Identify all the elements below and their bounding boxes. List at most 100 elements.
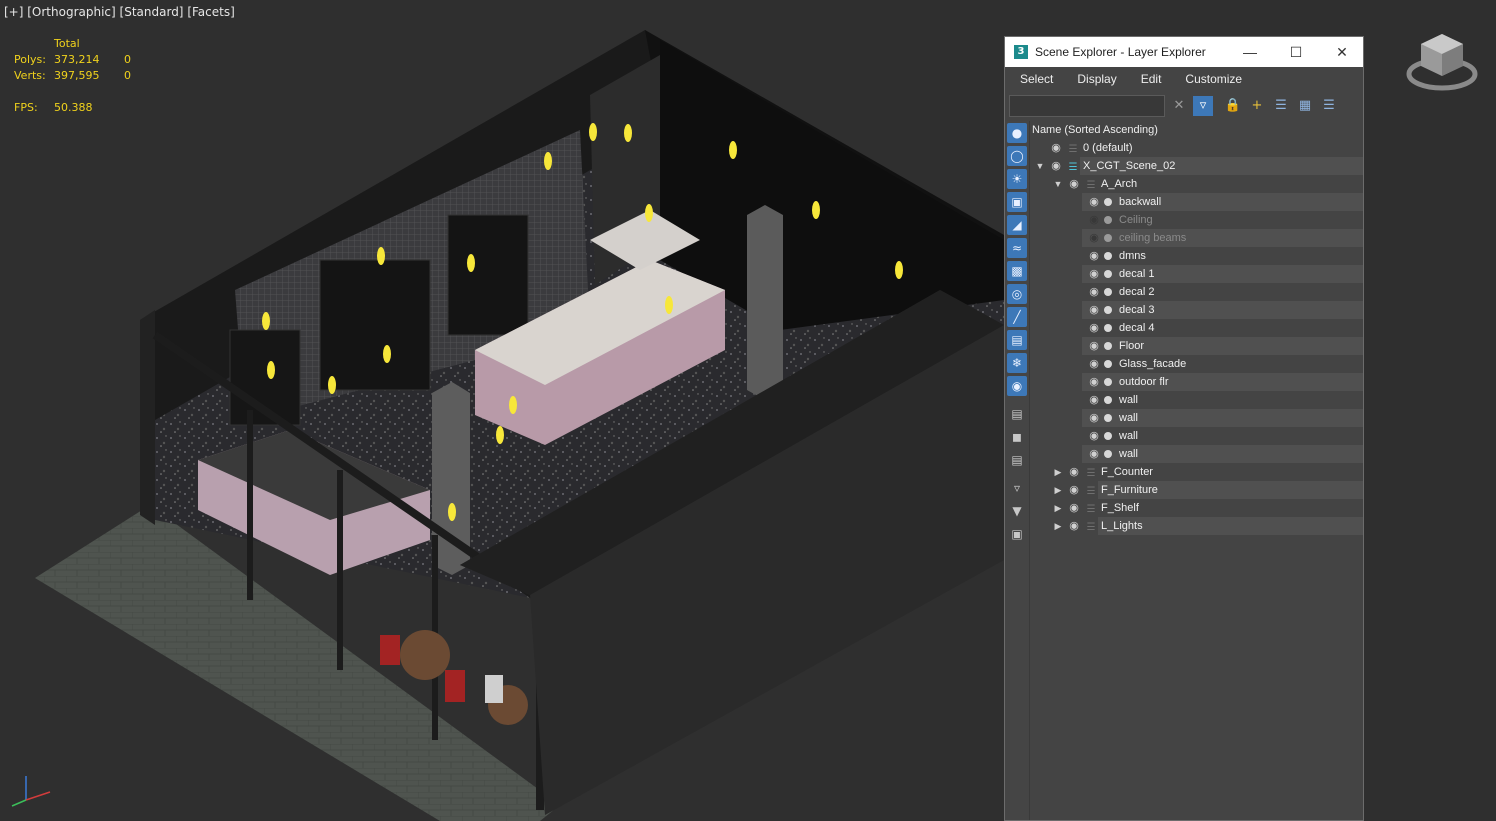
layer-row[interactable]: ◉ decal 1 [1030, 265, 1363, 283]
layer-icon[interactable]: ☰ [1084, 465, 1098, 479]
viewport-view-menu[interactable]: [Orthographic] [27, 5, 115, 19]
visibility-eye-icon[interactable]: ◉ [1087, 337, 1101, 355]
toggle-panel-icon[interactable]: ▣ [1007, 524, 1027, 544]
visibility-eye-icon[interactable]: ◉ [1087, 409, 1101, 427]
layer-row[interactable]: ◉ Floor [1030, 337, 1363, 355]
visibility-eye-icon[interactable]: ◉ [1087, 211, 1101, 229]
layer-row[interactable]: ◉ wall [1030, 427, 1363, 445]
layer-icon[interactable]: ☰ [1084, 177, 1098, 191]
viewcube-icon[interactable] [1405, 30, 1479, 94]
object-dot-icon[interactable] [1104, 378, 1112, 386]
active-layer-icon[interactable]: ☰ [1066, 159, 1080, 173]
visibility-eye-icon[interactable]: ◉ [1087, 445, 1101, 463]
object-dot-icon[interactable] [1104, 252, 1112, 260]
filter-lights-icon[interactable]: ☀ [1007, 169, 1027, 189]
layer-row[interactable]: ◉ dmns [1030, 247, 1363, 265]
filter-xrefs-icon[interactable]: ◎ [1007, 284, 1027, 304]
clear-search-icon[interactable]: ✕ [1169, 96, 1189, 116]
filter-toggle-icon[interactable]: ▿ [1193, 96, 1213, 116]
layer-row[interactable]: ◉ Ceiling [1030, 211, 1363, 229]
layer-icon[interactable]: ☰ [1084, 501, 1098, 515]
layer-icon[interactable]: ☰ [1066, 141, 1080, 155]
menu-customize[interactable]: Customize [1170, 72, 1251, 86]
maximize-button[interactable]: ☐ [1273, 37, 1319, 67]
filter-funnel-alt-icon[interactable]: ▿ [1007, 478, 1027, 498]
filter-bones-icon[interactable]: ╱ [1007, 307, 1027, 327]
object-dot-icon[interactable] [1104, 360, 1112, 368]
search-input[interactable] [1009, 95, 1165, 117]
filter-shapes-icon[interactable]: ◯ [1007, 146, 1027, 166]
layers-icon[interactable]: ☰ [1319, 96, 1339, 116]
select-none-icon[interactable]: ◼ [1007, 427, 1027, 447]
object-dot-icon[interactable] [1104, 198, 1112, 206]
new-layer-icon[interactable]: ☰ [1271, 96, 1291, 116]
filter-funnel-icon[interactable]: ▼ [1007, 501, 1027, 521]
minimize-button[interactable]: — [1227, 37, 1273, 67]
explorer-titlebar[interactable]: 3 Scene Explorer - Layer Explorer — ☐ ✕ [1005, 37, 1363, 67]
viewport-plus-menu[interactable]: [+] [4, 5, 23, 19]
filter-cameras-icon[interactable]: ▣ [1007, 192, 1027, 212]
close-button[interactable]: ✕ [1319, 37, 1365, 67]
scene-render[interactable] [0, 0, 1004, 821]
object-dot-icon[interactable] [1104, 342, 1112, 350]
visibility-eye-icon[interactable]: ◉ [1049, 157, 1063, 175]
layer-row[interactable]: ◉ Glass_facade [1030, 355, 1363, 373]
visibility-eye-icon[interactable]: ◉ [1087, 283, 1101, 301]
visibility-eye-icon[interactable]: ◉ [1087, 229, 1101, 247]
filter-geometry-icon[interactable]: ● [1007, 123, 1027, 143]
collapse-arrow-icon[interactable]: ▼ [1034, 157, 1046, 175]
object-dot-icon[interactable] [1104, 216, 1112, 224]
visibility-eye-icon[interactable]: ◉ [1067, 463, 1081, 481]
expand-arrow-icon[interactable]: ▶ [1052, 499, 1064, 517]
filter-containers-icon[interactable]: ▤ [1007, 330, 1027, 350]
menu-select[interactable]: Select [1005, 72, 1062, 86]
filter-groups-icon[interactable]: ▩ [1007, 261, 1027, 281]
menu-edit[interactable]: Edit [1126, 72, 1171, 86]
layer-row[interactable]: ◉ backwall [1030, 193, 1363, 211]
object-dot-icon[interactable] [1104, 288, 1112, 296]
object-dot-icon[interactable] [1104, 234, 1112, 242]
layer-row[interactable]: ◉ wall [1030, 391, 1363, 409]
layer-row[interactable]: ◉ decal 3 [1030, 301, 1363, 319]
select-all-icon[interactable]: ▤ [1007, 404, 1027, 424]
visibility-eye-icon[interactable]: ◉ [1087, 373, 1101, 391]
filter-helpers-icon[interactable]: ◢ [1007, 215, 1027, 235]
object-dot-icon[interactable] [1104, 306, 1112, 314]
visibility-eye-icon[interactable]: ◉ [1049, 139, 1063, 157]
filter-frozen-icon[interactable]: ❄ [1007, 353, 1027, 373]
visibility-eye-icon[interactable]: ◉ [1087, 391, 1101, 409]
object-dot-icon[interactable] [1104, 324, 1112, 332]
viewport-camera-menu[interactable]: [Standard] [120, 5, 184, 19]
expand-arrow-icon[interactable]: ▶ [1052, 517, 1064, 535]
layer-row[interactable]: ▼ ◉ ☰ A_Arch [1030, 175, 1363, 193]
collapse-arrow-icon[interactable]: ▼ [1052, 175, 1064, 193]
visibility-eye-icon[interactable]: ◉ [1087, 427, 1101, 445]
viewport-shading-menu[interactable]: [Facets] [187, 5, 234, 19]
viewport-label-menu[interactable]: [+] [Orthographic] [Standard] [Facets] [4, 5, 235, 19]
expand-arrow-icon[interactable]: ▶ [1052, 481, 1064, 499]
visibility-eye-icon[interactable]: ◉ [1087, 193, 1101, 211]
visibility-eye-icon[interactable]: ◉ [1087, 355, 1101, 373]
layer-row[interactable]: ◉ wall [1030, 409, 1363, 427]
menu-display[interactable]: Display [1062, 72, 1125, 86]
layer-icon[interactable]: ☰ [1084, 483, 1098, 497]
visibility-eye-icon[interactable]: ◉ [1067, 175, 1081, 193]
layer-row[interactable]: ◉ ceiling beams [1030, 229, 1363, 247]
layer-row[interactable]: ▼ ◉ ☰ X_CGT_Scene_02 [1030, 157, 1363, 175]
scene-explorer-window[interactable]: 3 Scene Explorer - Layer Explorer — ☐ ✕ … [1004, 36, 1364, 821]
hierarchy-icon[interactable]: ▦ [1295, 96, 1315, 116]
visibility-eye-icon[interactable]: ◉ [1087, 247, 1101, 265]
name-column-header[interactable]: Name (Sorted Ascending) [1030, 121, 1363, 139]
object-dot-icon[interactable] [1104, 396, 1112, 404]
visibility-eye-icon[interactable]: ◉ [1067, 481, 1081, 499]
filter-hidden-icon[interactable]: ◉ [1007, 376, 1027, 396]
visibility-eye-icon[interactable]: ◉ [1067, 517, 1081, 535]
filter-spacewarps-icon[interactable]: ≈ [1007, 238, 1027, 258]
lock-icon[interactable]: 🔒 [1223, 96, 1243, 116]
object-dot-icon[interactable] [1104, 414, 1112, 422]
visibility-eye-icon[interactable]: ◉ [1087, 319, 1101, 337]
object-dot-icon[interactable] [1104, 450, 1112, 458]
layer-row[interactable]: ◉ outdoor flr [1030, 373, 1363, 391]
layer-row[interactable]: ▶ ◉ ☰ F_Shelf [1030, 499, 1363, 517]
select-invert-icon[interactable]: ▤ [1007, 450, 1027, 470]
